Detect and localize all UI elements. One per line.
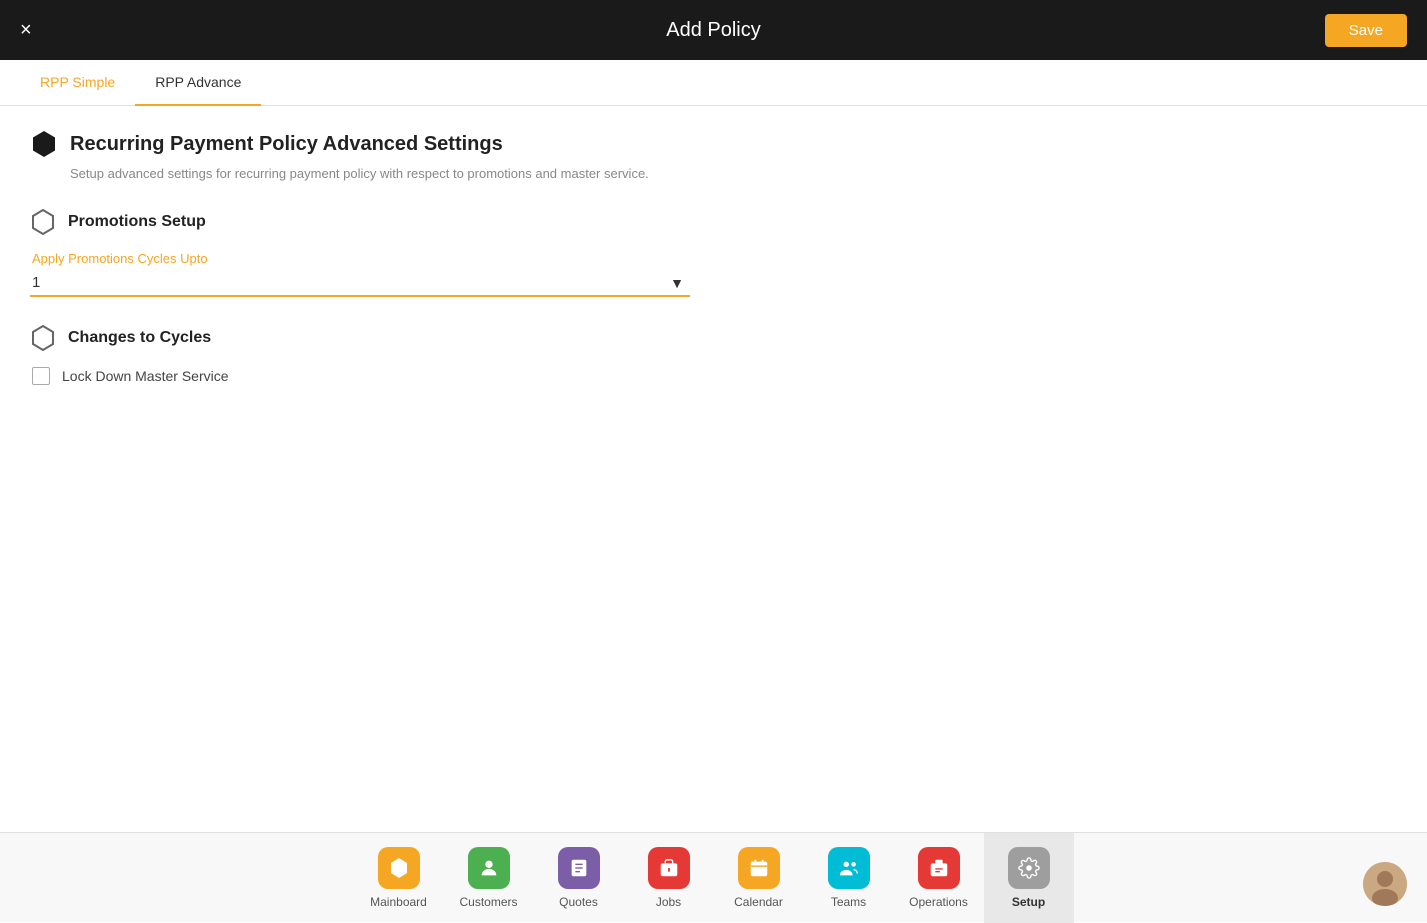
field-label: Apply Promotions Cycles Upto [32,251,1397,266]
quotes-icon [558,847,600,889]
setup-label: Setup [1012,895,1045,909]
teams-icon [828,847,870,889]
operations-label: Operations [909,895,968,909]
field-select-wrapper: 1 2 3 4 5 6 7 8 9 10 ▼ [30,270,690,297]
lockdown-checkbox[interactable] [32,367,50,385]
nav-customers[interactable]: Customers [444,833,534,923]
cycles-subsection-header: Changes to Cycles [30,325,1397,351]
lockdown-label[interactable]: Lock Down Master Service [62,368,229,384]
nav-calendar[interactable]: Calendar [714,833,804,923]
section-title: Recurring Payment Policy Advanced Settin… [70,133,503,156]
promotions-cycles-select[interactable]: 1 2 3 4 5 6 7 8 9 10 [30,270,690,295]
operations-icon [918,847,960,889]
nav-mainboard[interactable]: Mainboard [354,833,444,923]
main-content: Recurring Payment Policy Advanced Settin… [0,106,1427,832]
setup-icon [1008,847,1050,889]
calendar-label: Calendar [734,895,783,909]
cycles-section-title: Changes to Cycles [68,329,211,347]
tab-rpp-advance[interactable]: RPP Advance [135,60,261,106]
section-subtitle: Setup advanced settings for recurring pa… [70,166,1397,181]
promotions-cycles-field: Apply Promotions Cycles Upto 1 2 3 4 5 6… [30,251,1397,297]
tabs-bar: RPP Simple RPP Advance [0,60,1427,106]
customers-icon [468,847,510,889]
close-button[interactable]: × [20,20,32,40]
header: × Add Policy Save [0,0,1427,60]
mainboard-label: Mainboard [370,895,427,909]
jobs-icon [648,847,690,889]
lockdown-checkbox-row: Lock Down Master Service [32,367,1397,385]
nav-setup[interactable]: Setup [984,833,1074,923]
nav-quotes[interactable]: Quotes [534,833,624,923]
promotions-subsection-header: Promotions Setup [30,209,1397,235]
calendar-icon [738,847,780,889]
section-hex-icon [30,130,58,158]
save-button[interactable]: Save [1325,14,1407,47]
quotes-label: Quotes [559,895,598,909]
page-title: Add Policy [666,19,761,42]
promotions-hex-icon [30,209,56,235]
section-header: Recurring Payment Policy Advanced Settin… [30,130,1397,158]
mainboard-icon [378,847,420,889]
customers-label: Customers [459,895,517,909]
teams-label: Teams [831,895,866,909]
tab-rpp-simple[interactable]: RPP Simple [20,60,135,106]
cycles-hex-icon [30,325,56,351]
nav-jobs[interactable]: Jobs [624,833,714,923]
jobs-label: Jobs [656,895,681,909]
nav-operations[interactable]: Operations [894,833,984,923]
promotions-section-title: Promotions Setup [68,213,206,231]
nav-teams[interactable]: Teams [804,833,894,923]
avatar[interactable] [1363,862,1407,906]
bottom-nav: Mainboard Customers Quotes Jobs Calendar… [0,832,1427,922]
